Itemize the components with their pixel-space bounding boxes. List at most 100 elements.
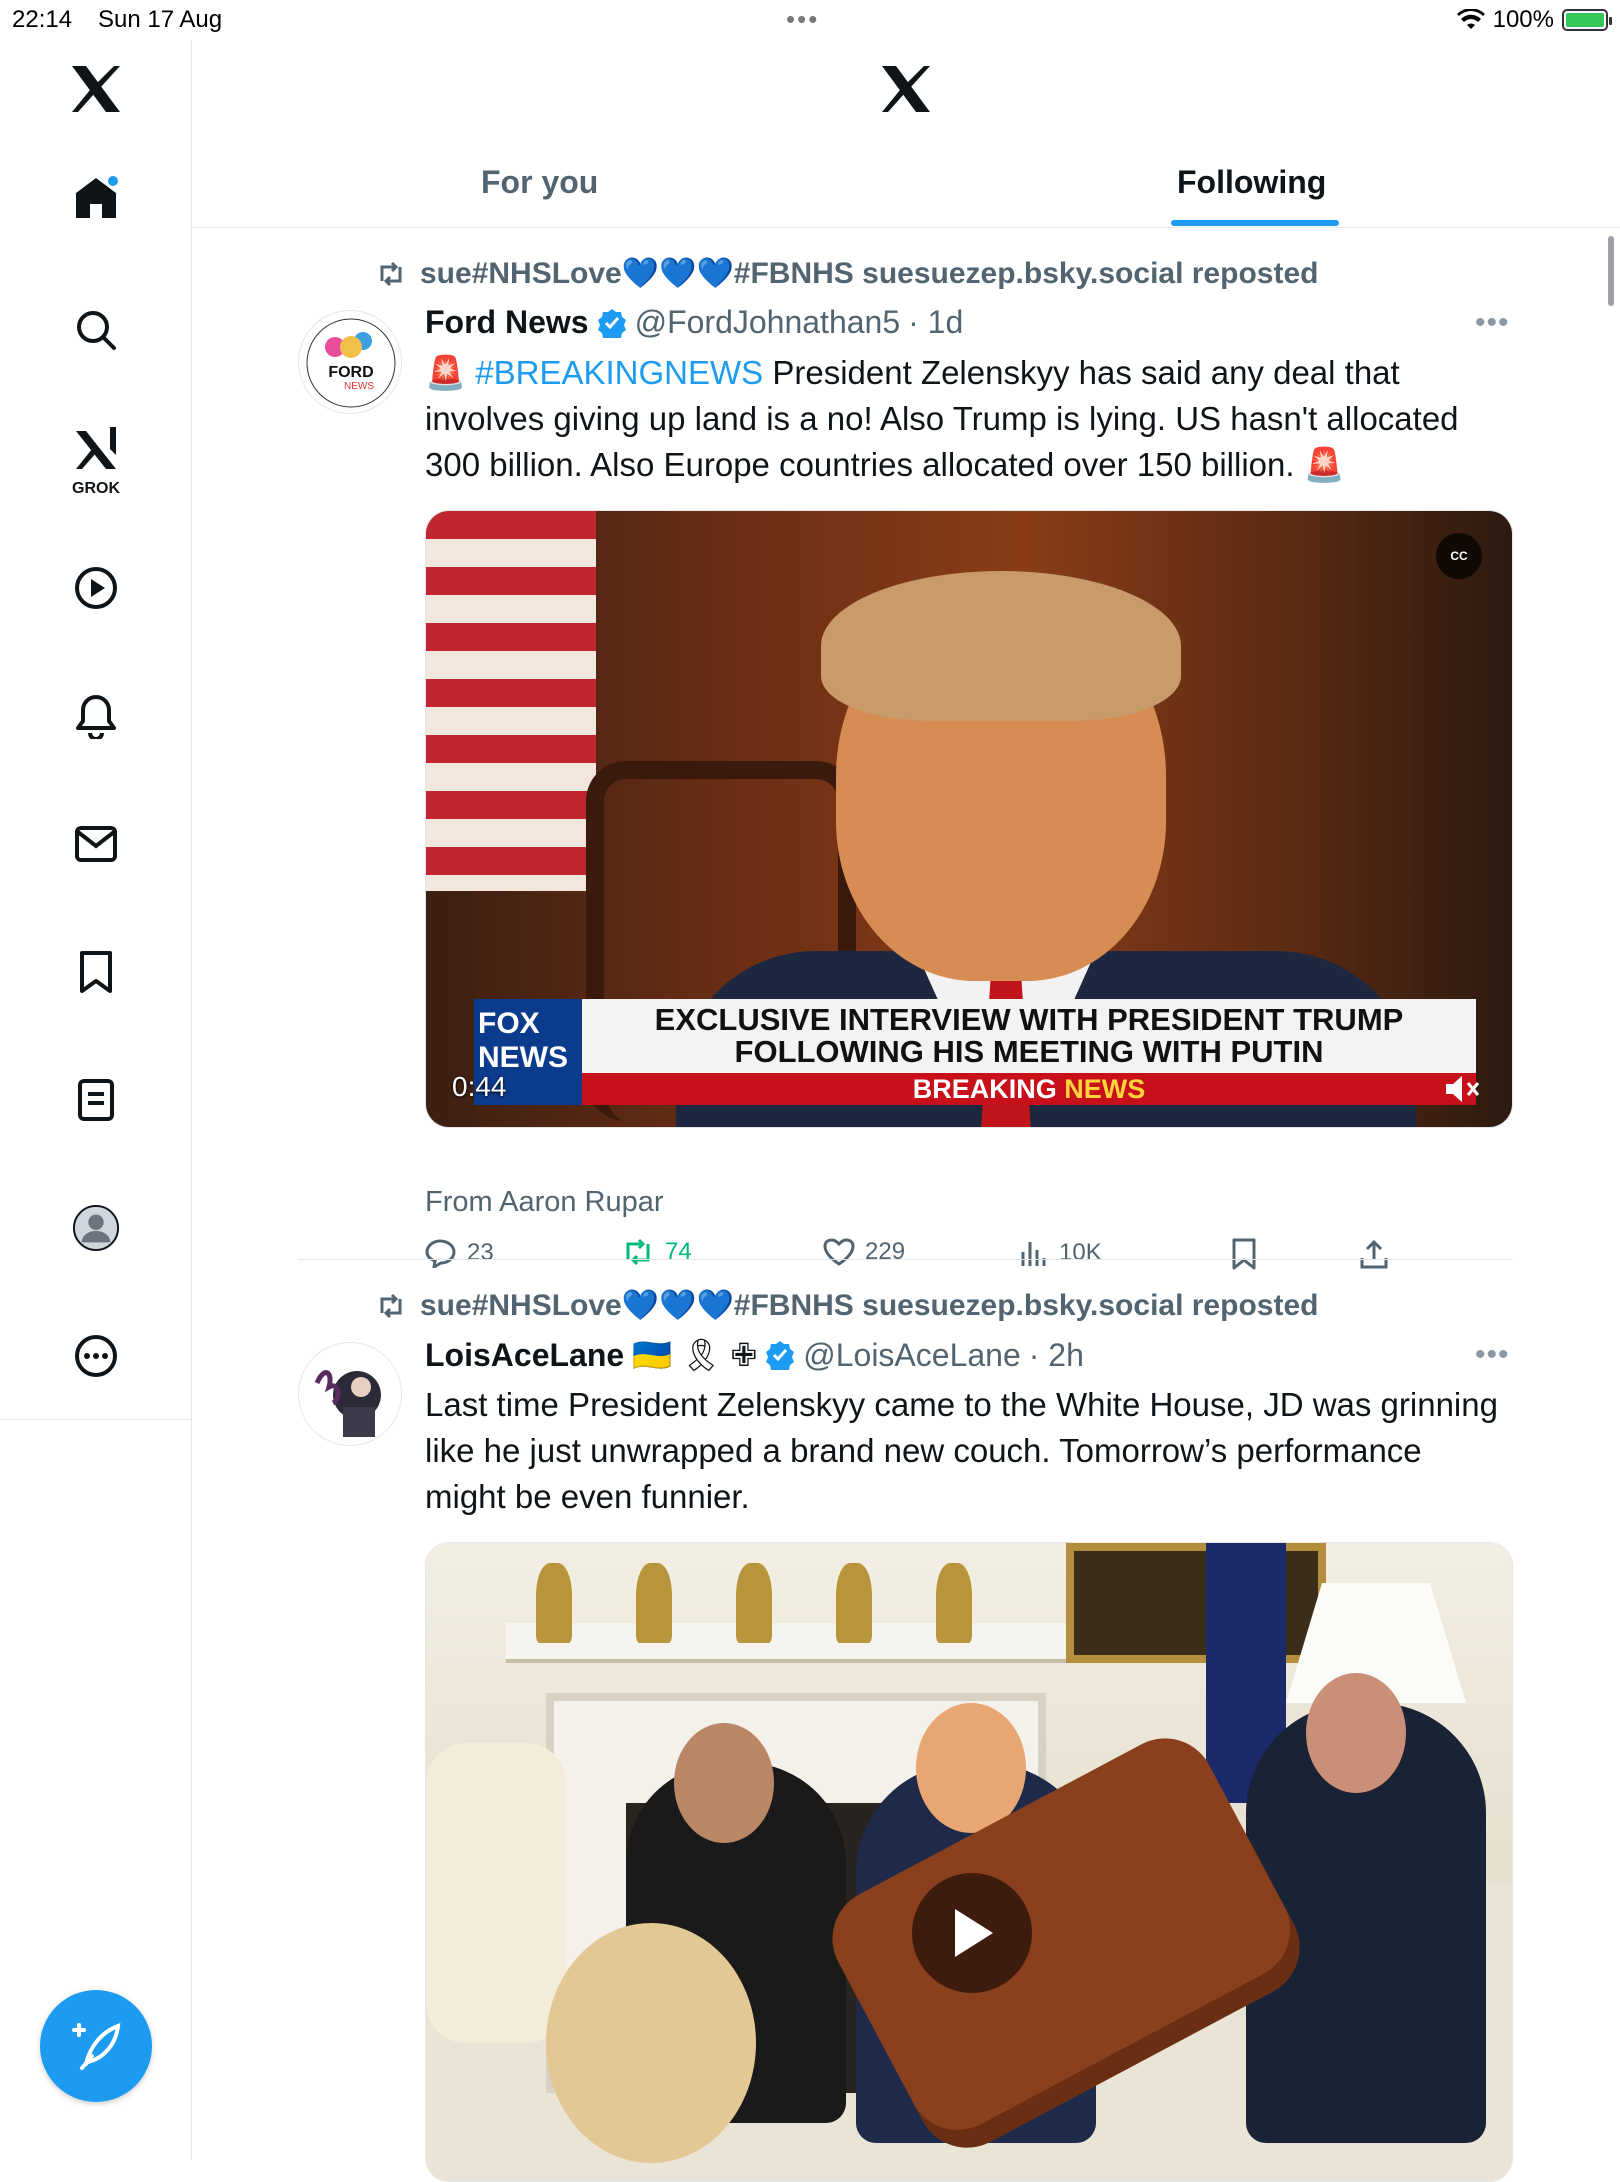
tab-following[interactable]: Following xyxy=(1177,164,1326,201)
search-icon[interactable] xyxy=(72,306,120,354)
author-name-emojis: 🇺🇦 🎗 ✙ xyxy=(632,1337,758,1373)
tweet-divider xyxy=(298,1259,1513,1260)
captions-label: CC xyxy=(1450,549,1468,563)
video-frame: FOX NEWS EXCLUSIVE INTERVIEW WITH PRESID… xyxy=(426,511,1512,1127)
captions-button[interactable]: CC xyxy=(1436,533,1482,579)
messages-envelope-icon[interactable] xyxy=(72,820,120,868)
svg-text:NEWS: NEWS xyxy=(344,381,374,392)
active-tab-indicator xyxy=(1171,220,1339,226)
grok-label: GROK xyxy=(72,480,120,497)
chyron-line-2: FOLLOWING HIS MEETING WITH PUTIN xyxy=(734,1034,1324,1069)
author-name[interactable]: LoisAceLane xyxy=(425,1337,624,1374)
urn-image xyxy=(636,1563,672,1643)
bookmark-button[interactable] xyxy=(1231,1238,1257,1270)
profile-avatar-icon[interactable] xyxy=(72,1204,120,1252)
home-icon[interactable] xyxy=(72,174,120,222)
battery-icon xyxy=(1562,9,1612,31)
notifications-bell-icon[interactable] xyxy=(72,692,120,740)
mantle-image xyxy=(506,1623,1066,1663)
chyron-line-1: EXCLUSIVE INTERVIEW WITH PRESIDENT TRUMP xyxy=(654,1002,1404,1037)
status-bar: 22:14 Sun 17 Aug ••• 100% xyxy=(0,0,1620,40)
video-player[interactable]: FOX NEWS EXCLUSIVE INTERVIEW WITH PRESID… xyxy=(425,510,1513,1128)
video-icon[interactable] xyxy=(72,564,120,612)
urn-image xyxy=(936,1563,972,1643)
like-count: 229 xyxy=(865,1238,906,1265)
mute-icon[interactable] xyxy=(1442,1071,1482,1107)
status-time: 22:14 xyxy=(12,6,73,33)
bookmarks-icon[interactable] xyxy=(72,948,120,996)
bookmark-icon xyxy=(1232,1238,1256,1270)
tweet-time[interactable]: · 1d xyxy=(908,304,963,341)
views-count: 10K xyxy=(1059,1239,1102,1266)
share-button[interactable] xyxy=(1359,1238,1389,1270)
siren-emoji: 🚨 xyxy=(425,354,467,391)
more-icon[interactable] xyxy=(72,1332,120,1380)
views-chart-icon xyxy=(1021,1242,1046,1266)
reply-icon xyxy=(425,1239,456,1268)
repost-context-text[interactable]: sue#NHSLove💙💙💙#FBNHS suesuezep.bsky.soci… xyxy=(420,1288,1318,1323)
x-logo-icon[interactable] xyxy=(70,64,122,114)
painting-image xyxy=(1066,1543,1326,1663)
views-button[interactable]: 10K xyxy=(1019,1238,1102,1268)
tweet-text: Last time President Zelenskyy came to th… xyxy=(425,1386,1498,1515)
share-icon xyxy=(1360,1239,1388,1269)
main-timeline: For you Following sue#NHSLove💙💙💙#FBNHS s… xyxy=(193,40,1620,2182)
author-handle[interactable]: @LoisAceLane xyxy=(803,1337,1021,1374)
compose-post-button[interactable] xyxy=(40,1990,152,2102)
hashtag-link[interactable]: #BREAKINGNEWS xyxy=(475,354,763,391)
repost-icon xyxy=(626,1238,650,1266)
video-frame xyxy=(426,1543,1512,2181)
svg-text:FORD: FORD xyxy=(328,364,373,381)
hair-image xyxy=(821,571,1181,721)
author-handle[interactable]: @FordJohnathan5 xyxy=(635,304,901,341)
grok-icon[interactable] xyxy=(72,425,120,473)
reply-button[interactable]: 23 xyxy=(425,1238,494,1268)
repost-button[interactable]: 74 xyxy=(621,1238,692,1266)
avatar[interactable] xyxy=(298,1342,402,1446)
new-posts-dot xyxy=(108,176,118,186)
us-flag-image xyxy=(426,511,596,891)
repost-count: 74 xyxy=(665,1238,692,1265)
repost-context: sue#NHSLove💙💙💙#FBNHS suesuezep.bsky.soci… xyxy=(376,256,1318,291)
urn-image xyxy=(536,1563,572,1643)
armchair-image xyxy=(426,1743,566,2043)
multitasking-dots-icon[interactable]: ••• xyxy=(786,4,819,35)
repost-icon xyxy=(380,261,402,286)
reply-count: 23 xyxy=(467,1239,494,1266)
news-chyron: FOX NEWS EXCLUSIVE INTERVIEW WITH PRESID… xyxy=(474,999,1476,1105)
timeline-tabs: For you Following xyxy=(193,140,1620,228)
verified-badge-icon xyxy=(766,1341,795,1370)
battery-percentage: 100% xyxy=(1492,6,1554,33)
foreground-person-image xyxy=(546,1923,756,2163)
play-button[interactable] xyxy=(912,1873,1032,1993)
video-duration: 0:44 xyxy=(452,1071,507,1102)
chyron-news: NEWS xyxy=(1064,1074,1146,1104)
tweet-text: 🚨 #BREAKINGNEWS President Zelenskyy has … xyxy=(425,350,1505,488)
tweet-more-icon[interactable]: ••• xyxy=(1475,1338,1510,1372)
video-player[interactable] xyxy=(425,1542,1513,2182)
lists-icon[interactable] xyxy=(72,1076,120,1124)
verified-badge-icon xyxy=(597,308,626,338)
tab-for-you[interactable]: For you xyxy=(481,164,598,201)
author-name[interactable]: Ford News xyxy=(425,304,589,341)
tweet-header: LoisAceLane 🇺🇦 🎗 ✙ @LoisAceLane · 2h xyxy=(425,1336,1084,1374)
wifi-icon xyxy=(1456,9,1485,29)
chyron-breaking: BREAKING xyxy=(912,1074,1065,1104)
tweet-more-icon[interactable]: ••• xyxy=(1475,306,1510,340)
chyron-breaking-bar: BREAKING NEWS xyxy=(582,1073,1476,1105)
tweet-time[interactable]: · 2h xyxy=(1029,1337,1084,1374)
avatar[interactable]: FORD NEWS xyxy=(298,310,402,414)
repost-context-text[interactable]: sue#NHSLove💙💙💙#FBNHS suesuezep.bsky.soci… xyxy=(420,256,1318,291)
like-button[interactable]: 229 xyxy=(823,1238,905,1266)
repost-icon xyxy=(380,1293,402,1318)
tweet-actions: 23 74 229 10K xyxy=(425,1238,1425,1282)
urn-image xyxy=(836,1563,872,1643)
compose-feather-icon xyxy=(72,2022,121,2070)
heart-icon xyxy=(823,1238,855,1266)
scrollbar[interactable] xyxy=(1608,236,1614,306)
x-header-logo-icon xyxy=(882,66,930,112)
video-source-attribution[interactable]: From Aaron Rupar xyxy=(425,1186,664,1219)
sidebar: GROK xyxy=(0,40,192,2160)
play-icon xyxy=(955,1909,993,1957)
person-left-head-image xyxy=(674,1723,774,1843)
